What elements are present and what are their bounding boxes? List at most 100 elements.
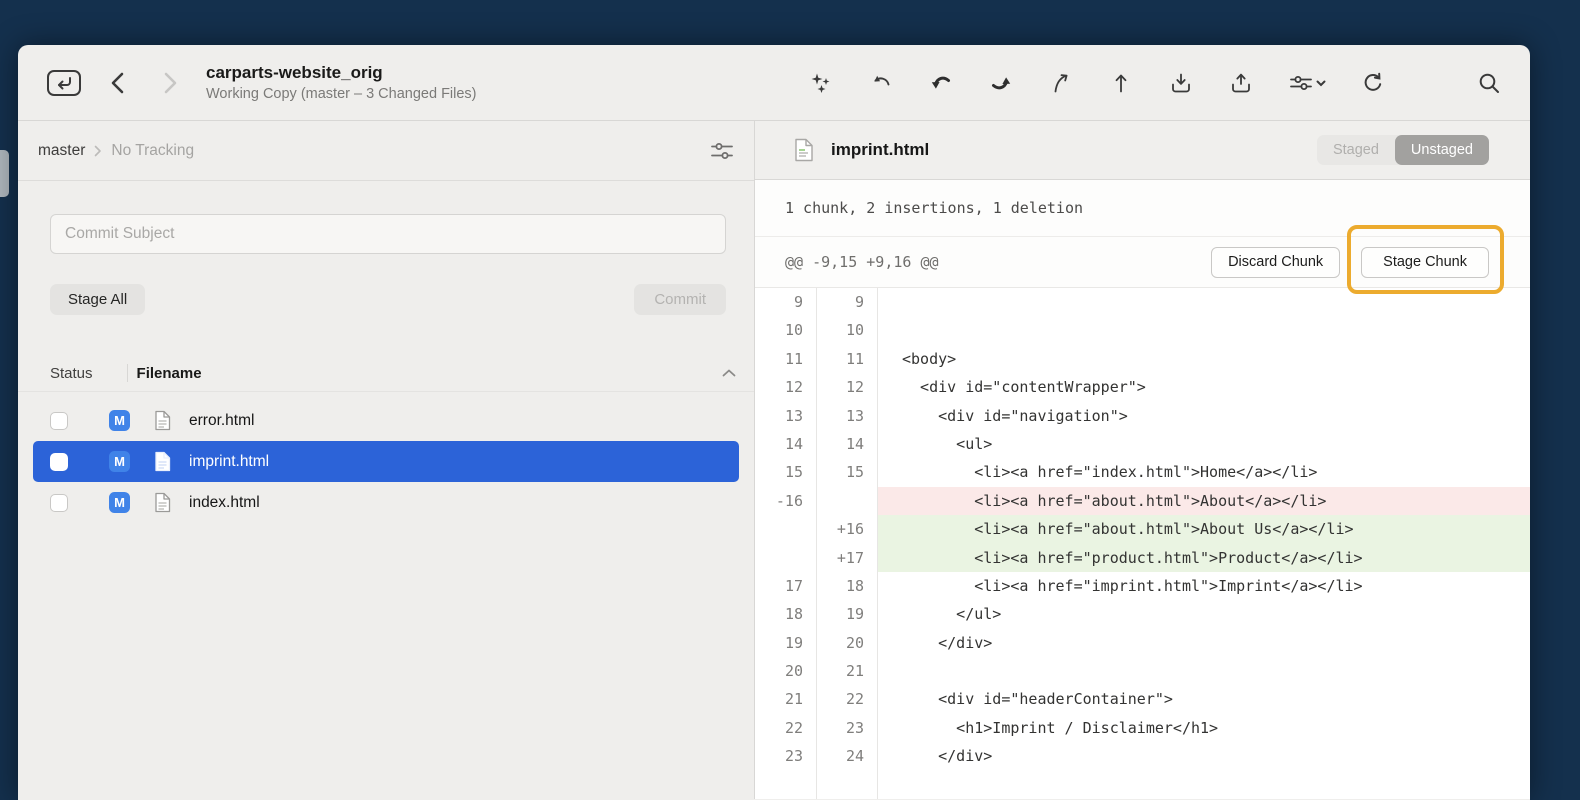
chevron-right-icon (94, 145, 102, 157)
code-text: <li><a href="about.html">About Us</a></l… (877, 515, 1530, 543)
stash-button[interactable] (1168, 70, 1194, 96)
filename-label: index.html (189, 494, 260, 512)
window-title-block: carparts-website_orig Working Copy (mast… (206, 63, 477, 102)
chunk-actions: Discard Chunk Stage Chunk (1211, 247, 1489, 278)
commit-button[interactable]: Commit (634, 284, 726, 315)
diff-filter-button[interactable] (1288, 70, 1326, 96)
working-copy-button[interactable] (46, 69, 82, 97)
file-list-header: Status Filename (18, 355, 754, 392)
forward-button[interactable] (160, 71, 180, 95)
diff-line[interactable]: 99 (755, 288, 1530, 316)
stage-chunk-button[interactable]: Stage Chunk (1361, 247, 1489, 278)
status-column-header[interactable]: Status (50, 365, 93, 382)
apply-stash-icon (1229, 71, 1253, 95)
chevron-right-icon (160, 71, 180, 95)
diff-line[interactable]: 1414 <ul> (755, 430, 1530, 458)
arrow-up-curve-button[interactable] (1048, 70, 1074, 96)
pull-button[interactable] (928, 70, 954, 96)
new-line-number: 9 (816, 288, 877, 316)
diff-line[interactable]: 1111<body> (755, 345, 1530, 373)
diff-line[interactable]: 2021 (755, 657, 1530, 685)
new-line-number: 15 (816, 458, 877, 486)
chunk-header-row: @@ -9,15 +9,16 @@ Discard Chunk Stage Ch… (755, 237, 1530, 288)
old-line-number: 15 (755, 458, 816, 486)
diff-line[interactable]: 1010 (755, 316, 1530, 344)
old-line-number: 10 (755, 316, 816, 344)
diff-line[interactable]: 2122 <div id="headerContainer"> (755, 685, 1530, 713)
diff-line[interactable]: +16 <li><a href="about.html">About Us</a… (755, 515, 1530, 543)
tracking-status[interactable]: No Tracking (111, 142, 194, 160)
sliders-icon (1288, 71, 1326, 95)
code-text: </ul> (877, 600, 1530, 628)
apply-stash-button[interactable] (1228, 70, 1254, 96)
unstaged-tab[interactable]: Unstaged (1395, 135, 1489, 165)
file-row[interactable]: Mindex.html (18, 482, 754, 523)
diff-line[interactable]: 1313 <div id="navigation"> (755, 402, 1530, 430)
back-button[interactable] (108, 71, 128, 95)
diff-panel: imprint.html Staged Unstaged 1 chunk, 2 … (755, 121, 1530, 799)
code-text: <li><a href="about.html">About</a></li> (877, 487, 1530, 515)
old-line-number: 17 (755, 572, 816, 600)
sliders-icon (710, 141, 734, 161)
file-row[interactable]: Merror.html (18, 400, 754, 441)
old-line-number: 23 (755, 742, 816, 770)
new-line-number: 12 (816, 373, 877, 401)
stage-checkbox[interactable] (50, 412, 68, 430)
diff-line[interactable]: 1718 <li><a href="imprint.html">Imprint<… (755, 572, 1530, 600)
branch-name[interactable]: master (38, 142, 85, 160)
old-line-number: -16 (755, 487, 816, 515)
toolbar-actions (808, 70, 1502, 96)
code-text (877, 316, 1530, 344)
fetch-arrow-icon (869, 71, 893, 95)
old-line-number: 20 (755, 657, 816, 685)
stage-checkbox[interactable] (50, 494, 68, 512)
staged-tab[interactable]: Staged (1317, 135, 1395, 165)
new-line-number: 21 (816, 657, 877, 685)
new-line-number: 13 (816, 402, 877, 430)
diff-line[interactable]: 1920 </div> (755, 629, 1530, 657)
sort-chevron-icon[interactable] (722, 369, 736, 377)
refresh-button[interactable] (1360, 70, 1386, 96)
push-button[interactable] (988, 70, 1014, 96)
old-line-number (755, 515, 816, 543)
diff-line[interactable]: -16 <li><a href="about.html">About</a></… (755, 487, 1530, 515)
diff-line[interactable]: 1819 </ul> (755, 600, 1530, 628)
file-row[interactable]: Mimprint.html (33, 441, 739, 482)
old-line-number: 21 (755, 685, 816, 713)
code-text: <div id="headerContainer"> (877, 685, 1530, 713)
stage-checkbox[interactable] (50, 453, 68, 471)
new-line-number: 23 (816, 714, 877, 742)
new-line-number: 11 (816, 345, 877, 373)
arrow-up-button[interactable] (1108, 70, 1134, 96)
new-line-number: 24 (816, 742, 877, 770)
diff-line[interactable]: 1515 <li><a href="index.html">Home</a></… (755, 458, 1530, 486)
filename-label: imprint.html (189, 453, 269, 471)
code-text: </div> (877, 742, 1530, 770)
stage-all-button[interactable]: Stage All (50, 284, 145, 315)
filename-column-header[interactable]: Filename (137, 365, 202, 382)
new-line-number: 22 (816, 685, 877, 713)
diff-line[interactable]: 2324 </div> (755, 742, 1530, 770)
diff-line[interactable]: +17 <li><a href="product.html">Product</… (755, 544, 1530, 572)
pull-arrow-icon (929, 71, 953, 95)
sparkles-icon (809, 71, 833, 95)
diff-line[interactable]: 2223 <h1>Imprint / Disclaimer</h1> (755, 714, 1530, 742)
code-text: </div> (877, 629, 1530, 657)
search-button[interactable] (1476, 70, 1502, 96)
code-text (877, 657, 1530, 685)
diff-line[interactable]: 1212 <div id="contentWrapper"> (755, 373, 1530, 401)
commit-subject-input[interactable] (50, 214, 726, 254)
quick-launch-button[interactable] (808, 70, 834, 96)
filename-label: error.html (189, 412, 254, 430)
code-text: <h1>Imprint / Disclaimer</h1> (877, 714, 1530, 742)
breadcrumb: master No Tracking (18, 121, 754, 181)
refresh-icon (1361, 71, 1385, 95)
discard-chunk-button[interactable]: Discard Chunk (1211, 247, 1340, 278)
list-filter-button[interactable] (710, 141, 734, 161)
new-line-number: +17 (816, 544, 877, 572)
code-text: <body> (877, 345, 1530, 373)
status-badge: M (109, 492, 130, 513)
fetch-button[interactable] (868, 70, 894, 96)
code-text: <div id="navigation"> (877, 402, 1530, 430)
new-line-number: 10 (816, 316, 877, 344)
